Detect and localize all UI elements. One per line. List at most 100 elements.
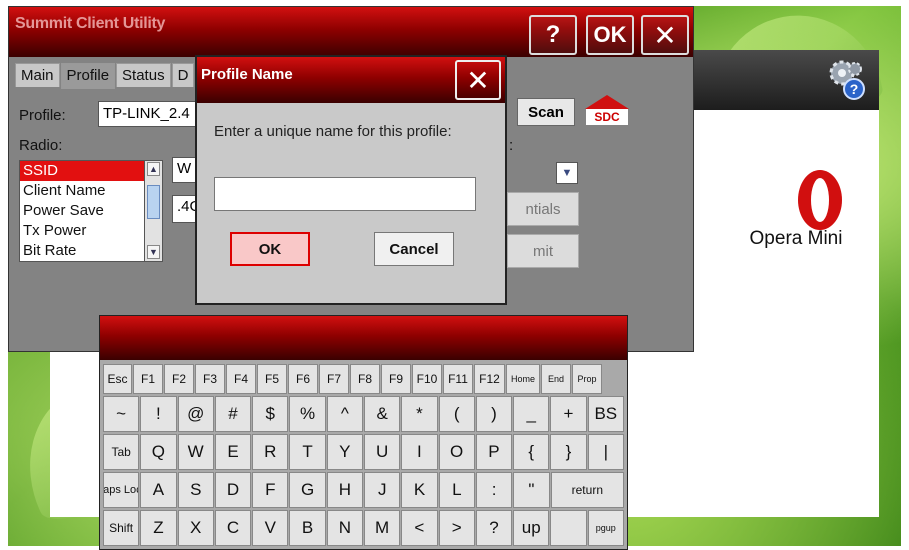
key-f10[interactable]: F10 bbox=[412, 364, 442, 394]
key-f[interactable]: F bbox=[252, 472, 289, 508]
key-at[interactable]: @ bbox=[177, 396, 214, 432]
list-item-client-name[interactable]: Client Name bbox=[20, 181, 144, 201]
credentials-button[interactable]: ntials bbox=[507, 192, 579, 226]
scroll-up-icon[interactable]: ▲ bbox=[147, 162, 160, 176]
opera-icon[interactable] bbox=[784, 164, 856, 236]
tab-main[interactable]: Main bbox=[15, 63, 60, 87]
help-button[interactable]: ? bbox=[529, 15, 577, 55]
key-tab[interactable]: Tab bbox=[103, 434, 140, 470]
key-d[interactable]: D bbox=[214, 472, 252, 508]
key-tilde[interactable]: ~ bbox=[103, 396, 140, 432]
key-v[interactable]: V bbox=[252, 510, 289, 546]
key-f1[interactable]: F1 bbox=[133, 364, 163, 394]
key-home[interactable]: Home bbox=[506, 364, 540, 394]
key-question[interactable]: ? bbox=[475, 510, 513, 546]
key-quote[interactable]: " bbox=[513, 472, 550, 508]
profile-name-input[interactable] bbox=[214, 177, 476, 211]
key-end[interactable]: End bbox=[541, 364, 571, 394]
key-greater-than[interactable]: > bbox=[438, 510, 475, 546]
key-pipe[interactable]: | bbox=[587, 434, 624, 470]
tab-status[interactable]: Status bbox=[116, 63, 171, 87]
keyboard-title-bar[interactable] bbox=[100, 316, 627, 360]
key-f12[interactable]: F12 bbox=[474, 364, 505, 394]
key-t[interactable]: T bbox=[289, 434, 326, 470]
key-f7[interactable]: F7 bbox=[319, 364, 349, 394]
key-q[interactable]: Q bbox=[140, 434, 177, 470]
key-right-paren[interactable]: ) bbox=[475, 396, 513, 432]
key-less-than[interactable]: < bbox=[401, 510, 438, 546]
key-shift[interactable]: Shift bbox=[103, 510, 140, 546]
radio-listbox[interactable]: SSID Client Name Power Save Tx Power Bit… bbox=[19, 160, 145, 262]
gear-help-icon[interactable]: ? bbox=[822, 55, 870, 103]
key-return[interactable]: return bbox=[550, 472, 625, 508]
key-f3[interactable]: F3 bbox=[195, 364, 225, 394]
key-underscore[interactable]: _ bbox=[513, 396, 550, 432]
key-left-paren[interactable]: ( bbox=[438, 396, 475, 432]
key-g[interactable]: G bbox=[289, 472, 326, 508]
key-pgup[interactable]: pgup bbox=[587, 510, 624, 546]
scroll-down-icon[interactable]: ▼ bbox=[147, 245, 160, 259]
key-c[interactable]: C bbox=[214, 510, 252, 546]
key-ampersand[interactable]: & bbox=[363, 396, 401, 432]
dialog-ok-button[interactable]: OK bbox=[230, 232, 310, 266]
key-right-brace[interactable]: } bbox=[550, 434, 587, 470]
key-f2[interactable]: F2 bbox=[164, 364, 194, 394]
key-up[interactable]: up bbox=[513, 510, 550, 546]
key-blank[interactable] bbox=[550, 510, 587, 546]
key-k[interactable]: K bbox=[401, 472, 438, 508]
key-n[interactable]: N bbox=[326, 510, 363, 546]
key-asterisk[interactable]: * bbox=[401, 396, 438, 432]
key-hash[interactable]: # bbox=[214, 396, 252, 432]
key-h[interactable]: H bbox=[326, 472, 364, 508]
key-plus[interactable]: + bbox=[550, 396, 587, 432]
key-y[interactable]: Y bbox=[326, 434, 363, 470]
key-colon[interactable]: : bbox=[475, 472, 513, 508]
scan-button[interactable]: Scan bbox=[517, 98, 575, 126]
key-left-brace[interactable]: { bbox=[513, 434, 550, 470]
dialog-close-button[interactable]: ✕ bbox=[455, 60, 501, 100]
key-caret[interactable]: ^ bbox=[326, 396, 363, 432]
key-x[interactable]: X bbox=[177, 510, 214, 546]
profile-combo[interactable]: TP-LINK_2.4 bbox=[98, 101, 208, 127]
key-o[interactable]: O bbox=[438, 434, 475, 470]
key-s[interactable]: S bbox=[177, 472, 214, 508]
list-item-bit-rate[interactable]: Bit Rate bbox=[20, 241, 144, 261]
key-exclamation[interactable]: ! bbox=[140, 396, 177, 432]
key-l[interactable]: L bbox=[438, 472, 475, 508]
opera-mini-label[interactable]: Opera Mini bbox=[726, 228, 866, 250]
key-a[interactable]: A bbox=[140, 472, 177, 508]
key-f9[interactable]: F9 bbox=[381, 364, 411, 394]
key-b[interactable]: B bbox=[289, 510, 326, 546]
commit-button[interactable]: mit bbox=[507, 234, 579, 268]
key-f8[interactable]: F8 bbox=[350, 364, 380, 394]
key-w[interactable]: W bbox=[177, 434, 214, 470]
ok-button[interactable]: OK bbox=[586, 15, 634, 55]
key-z[interactable]: Z bbox=[140, 510, 177, 546]
close-button[interactable]: ✕ bbox=[641, 15, 689, 55]
key-prop[interactable]: Prop bbox=[572, 364, 602, 394]
key-f5[interactable]: F5 bbox=[257, 364, 287, 394]
tab-diags[interactable]: D bbox=[171, 63, 195, 87]
key-f4[interactable]: F4 bbox=[226, 364, 256, 394]
key-u[interactable]: U bbox=[363, 434, 401, 470]
key-f6[interactable]: F6 bbox=[288, 364, 318, 394]
list-item-power-save[interactable]: Power Save bbox=[20, 201, 144, 221]
key-i[interactable]: I bbox=[401, 434, 438, 470]
key-f11[interactable]: F11 bbox=[443, 364, 473, 394]
list-item-ssid[interactable]: SSID bbox=[20, 161, 144, 181]
key-dollar[interactable]: $ bbox=[252, 396, 289, 432]
list-item-tx-power[interactable]: Tx Power bbox=[20, 221, 144, 241]
scroll-thumb[interactable] bbox=[147, 185, 160, 219]
key-m[interactable]: M bbox=[363, 510, 401, 546]
key-e[interactable]: E bbox=[214, 434, 252, 470]
key-r[interactable]: R bbox=[252, 434, 289, 470]
radio-scrollbar[interactable]: ▲ ▼ bbox=[145, 160, 163, 262]
key-j[interactable]: J bbox=[364, 472, 401, 508]
chevron-down-icon[interactable]: ▼ bbox=[556, 162, 578, 184]
tab-profile[interactable]: Profile bbox=[60, 63, 116, 89]
key-p[interactable]: P bbox=[475, 434, 513, 470]
key-percent[interactable]: % bbox=[289, 396, 326, 432]
dialog-cancel-button[interactable]: Cancel bbox=[374, 232, 454, 266]
key-caps-lock[interactable]: Caps Lock bbox=[103, 472, 140, 508]
key-esc[interactable]: Esc bbox=[103, 364, 132, 394]
